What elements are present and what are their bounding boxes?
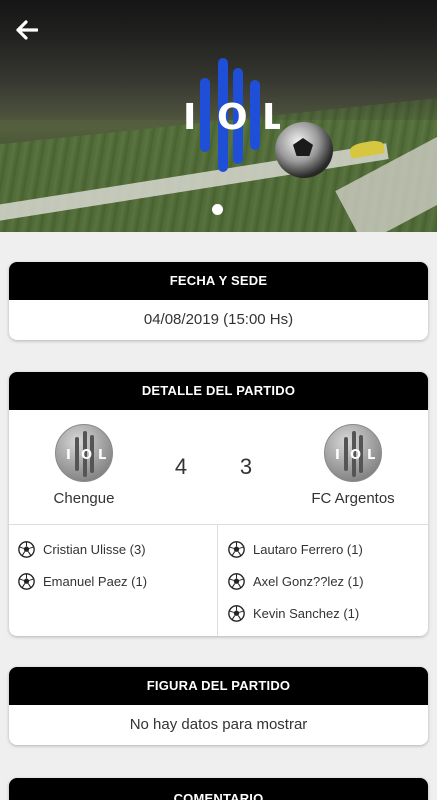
home-team[interactable]: I O L Chengue [9, 424, 159, 507]
scorer-name: Lautaro Ferrero (1) [253, 541, 363, 557]
away-team[interactable]: I O L FC Argentos [278, 424, 428, 507]
soccer-ball-icon [228, 540, 245, 558]
team-logo-letter: I [335, 448, 340, 463]
hero-banner: I O L [0, 0, 437, 232]
home-scorers: Cristian Ulisse (3) Emanuel Paez (1) [9, 525, 218, 636]
iol-logo: I O L [178, 58, 285, 172]
soccer-ball-image [275, 122, 333, 178]
team-logo: I O L [324, 424, 382, 482]
away-scorers: Lautaro Ferrero (1) Axel Gonz??lez (1) K… [219, 525, 428, 636]
soccer-ball-icon [228, 604, 245, 622]
logo-letter: L [262, 97, 280, 138]
away-score: 3 [239, 454, 253, 479]
arrow-left-icon [16, 20, 38, 40]
scorer-item: Lautaro Ferrero (1) [219, 533, 428, 565]
scorer-name: Kevin Sanchez (1) [253, 605, 360, 621]
soccer-ball-icon [18, 572, 35, 590]
team-logo-letter: I [66, 448, 71, 463]
logo-letter: I [183, 97, 196, 138]
comentario-card: COMENTARIO [9, 778, 428, 800]
team-logo-letter: O [350, 448, 361, 463]
team-logo-letter: O [81, 448, 92, 463]
card-title: COMENTARIO [9, 778, 428, 800]
scorer-item: Emanuel Paez (1) [9, 565, 217, 597]
team-logo: I O L [55, 424, 113, 482]
scorer-name: Emanuel Paez (1) [43, 573, 148, 589]
team-logo-letter: L [98, 448, 106, 463]
fecha-sede-card: FECHA Y SEDE 04/08/2019 (15:00 Hs) [9, 262, 428, 340]
scorer-item: Axel Gonz??lez (1) [219, 565, 428, 597]
carousel-dot[interactable] [212, 204, 223, 215]
match-datetime: 04/08/2019 (15:00 Hs) [143, 311, 294, 328]
figura-partido-card: FIGURA DEL PARTIDO No hay datos para mos… [9, 667, 428, 745]
scorer-name: Cristian Ulisse (3) [43, 541, 146, 557]
home-team-name: Chengue [53, 490, 115, 507]
scorers-section: Cristian Ulisse (3) Emanuel Paez (1) Lau… [9, 524, 428, 636]
card-title: FECHA Y SEDE [9, 262, 428, 300]
soccer-ball-icon [228, 572, 245, 590]
soccer-ball-icon [18, 540, 35, 558]
scorer-item: Kevin Sanchez (1) [219, 597, 428, 629]
scorer-name: Axel Gonz??lez (1) [253, 573, 364, 589]
logo-letter: O [217, 97, 248, 138]
home-score: 4 [174, 454, 188, 479]
detalle-partido-card: DETALLE DEL PARTIDO I O L Chengue 4 3 I … [9, 372, 428, 636]
scorer-item: Cristian Ulisse (3) [9, 533, 217, 565]
figura-value: No hay datos para mostrar [129, 716, 308, 733]
back-button[interactable] [12, 16, 42, 44]
away-team-name: FC Argentos [311, 490, 395, 507]
card-title: FIGURA DEL PARTIDO [9, 667, 428, 705]
card-title: DETALLE DEL PARTIDO [9, 372, 428, 410]
team-logo-letter: L [367, 448, 375, 463]
